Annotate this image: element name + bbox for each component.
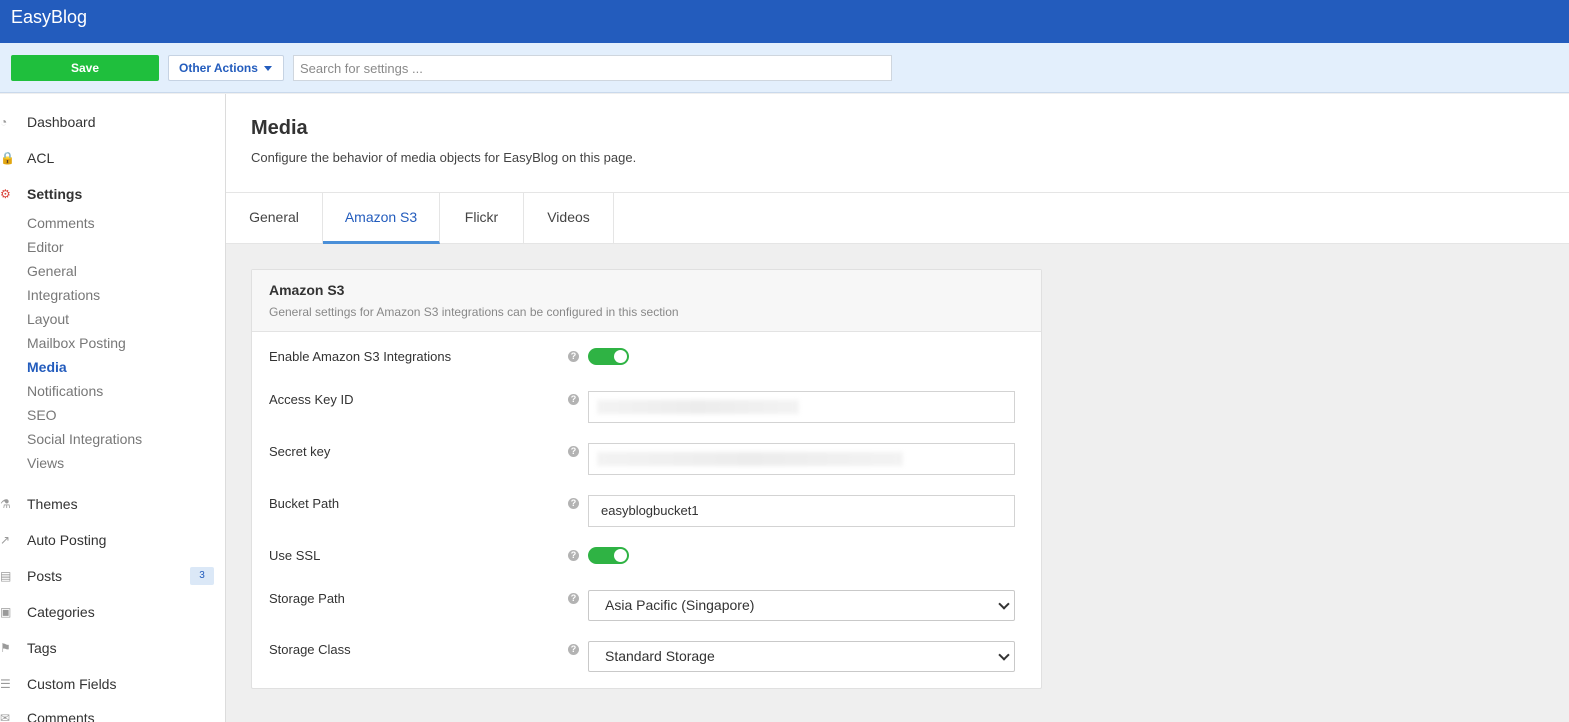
- secret-key-input[interactable]: [588, 443, 1015, 475]
- bucket-path-label: Bucket Path: [269, 496, 340, 511]
- sidebar-sub-seo[interactable]: SEO: [27, 406, 57, 424]
- top-bar: EasyBlog: [0, 0, 1569, 43]
- sidebar-sub-comments[interactable]: Comments: [27, 214, 95, 232]
- secret-key-label: Secret key: [269, 444, 331, 459]
- sidebar-item-auto-posting[interactable]: ↗ Auto Posting: [0, 530, 225, 550]
- tags-icon: ⚑: [0, 641, 11, 655]
- sidebar-item-themes[interactable]: ⚗ Themes: [0, 494, 225, 514]
- sidebar-item-label: Settings: [27, 186, 83, 202]
- storage-class-select[interactable]: Standard Storage: [588, 641, 1015, 672]
- sidebar-sub-media[interactable]: Media: [27, 358, 67, 376]
- card-title: Amazon S3: [269, 282, 345, 298]
- bucket-path-input[interactable]: easyblogbucket1: [588, 495, 1015, 527]
- enable-s3-label: Enable Amazon S3 Integrations: [269, 349, 452, 364]
- amazon-s3-settings-card: Amazon S3 General settings for Amazon S3…: [251, 269, 1042, 689]
- sidebar-item-label: Categories: [27, 604, 95, 620]
- sidebar-item-acl[interactable]: 🔒 ACL: [0, 148, 225, 168]
- comments-icon: ✉: [0, 711, 11, 722]
- sidebar-sub-social-integrations[interactable]: Social Integrations: [27, 430, 142, 448]
- help-icon[interactable]: ?: [568, 550, 579, 561]
- redacted-value: [597, 452, 903, 466]
- sidebar: ◔ Dashboard 🔒 ACL ⚙ Settings Comments Ed…: [0, 94, 226, 722]
- help-icon[interactable]: ?: [568, 644, 579, 655]
- sidebar-item-label: Dashboard: [27, 114, 96, 130]
- settings-search-input[interactable]: [293, 55, 892, 81]
- sidebar-item-posts[interactable]: ▤ Posts 3: [0, 566, 225, 586]
- chevron-down-icon: [998, 649, 1010, 661]
- toolbar: Save Other Actions: [0, 43, 1569, 93]
- dashboard-icon: ◔: [0, 115, 8, 129]
- page-description: Configure the behavior of media objects …: [251, 150, 637, 165]
- sidebar-item-categories[interactable]: ▣ Categories: [0, 602, 225, 622]
- tab-amazon-s3[interactable]: Amazon S3: [323, 193, 440, 244]
- sidebar-item-dashboard[interactable]: ◔ Dashboard: [0, 112, 225, 132]
- card-subtitle: General settings for Amazon S3 integrati…: [269, 305, 679, 319]
- share-icon: ↗: [0, 533, 11, 547]
- sidebar-item-custom-fields[interactable]: ☰ Custom Fields: [0, 674, 225, 694]
- sidebar-sub-mailbox-posting[interactable]: Mailbox Posting: [27, 334, 126, 352]
- help-icon[interactable]: ?: [568, 351, 579, 362]
- tab-flickr[interactable]: Flickr: [440, 193, 524, 244]
- page-header: Media Configure the behavior of media ob…: [226, 94, 1569, 244]
- sidebar-sub-layout[interactable]: Layout: [27, 310, 69, 328]
- page-title: Media: [251, 117, 308, 139]
- help-icon[interactable]: ?: [568, 593, 579, 604]
- storage-class-label: Storage Class: [269, 642, 351, 657]
- sidebar-item-label: Themes: [27, 496, 78, 512]
- sidebar-item-tags[interactable]: ⚑ Tags: [0, 638, 225, 658]
- sidebar-item-settings[interactable]: ⚙ Settings: [0, 184, 225, 204]
- sidebar-sub-views[interactable]: Views: [27, 454, 64, 472]
- access-key-input[interactable]: [588, 391, 1015, 423]
- toggle-knob: [614, 549, 627, 562]
- help-icon[interactable]: ?: [568, 446, 579, 457]
- sidebar-item-label: Auto Posting: [27, 532, 107, 548]
- tab-general[interactable]: General: [226, 193, 323, 244]
- list-icon: ☰: [0, 677, 11, 691]
- flask-icon: ⚗: [0, 497, 11, 511]
- sidebar-sub-notifications[interactable]: Notifications: [27, 382, 103, 400]
- posts-count-badge: 3: [190, 567, 214, 585]
- redacted-value: [597, 400, 799, 414]
- folder-icon: ▣: [0, 605, 12, 619]
- storage-class-value: Standard Storage: [605, 648, 715, 664]
- gear-icon: ⚙: [0, 187, 11, 201]
- use-ssl-toggle[interactable]: [588, 547, 629, 564]
- storage-path-select[interactable]: Asia Pacific (Singapore): [588, 590, 1015, 621]
- tab-bar: General Amazon S3 Flickr Videos: [226, 192, 1569, 244]
- lock-icon: 🔒: [0, 151, 15, 165]
- save-button[interactable]: Save: [11, 55, 159, 81]
- sidebar-sub-integrations[interactable]: Integrations: [27, 286, 100, 304]
- other-actions-button[interactable]: Other Actions: [168, 55, 284, 81]
- use-ssl-label: Use SSL: [269, 548, 321, 563]
- sidebar-sub-general[interactable]: General: [27, 262, 77, 280]
- caret-down-icon: [264, 66, 272, 71]
- app-brand[interactable]: EasyBlog: [11, 7, 87, 28]
- access-key-label: Access Key ID: [269, 392, 354, 407]
- sidebar-item-comments[interactable]: ✉ Comments: [0, 708, 225, 722]
- document-icon: ▤: [0, 569, 12, 583]
- enable-s3-toggle[interactable]: [588, 348, 629, 365]
- sidebar-item-label: Tags: [27, 640, 57, 656]
- sidebar-item-label: Custom Fields: [27, 676, 117, 692]
- sidebar-item-label: Posts: [27, 568, 63, 584]
- other-actions-label: Other Actions: [179, 61, 258, 75]
- toggle-knob: [614, 350, 627, 363]
- sidebar-item-label: Comments: [27, 710, 95, 722]
- help-icon[interactable]: ?: [568, 498, 579, 509]
- sidebar-item-label: ACL: [27, 150, 55, 166]
- card-header: Amazon S3 General settings for Amazon S3…: [252, 270, 1041, 332]
- storage-path-value: Asia Pacific (Singapore): [605, 597, 755, 613]
- storage-path-label: Storage Path: [269, 591, 345, 606]
- help-icon[interactable]: ?: [568, 394, 579, 405]
- tab-videos[interactable]: Videos: [524, 193, 614, 244]
- sidebar-sub-editor[interactable]: Editor: [27, 238, 64, 256]
- chevron-down-icon: [998, 598, 1010, 610]
